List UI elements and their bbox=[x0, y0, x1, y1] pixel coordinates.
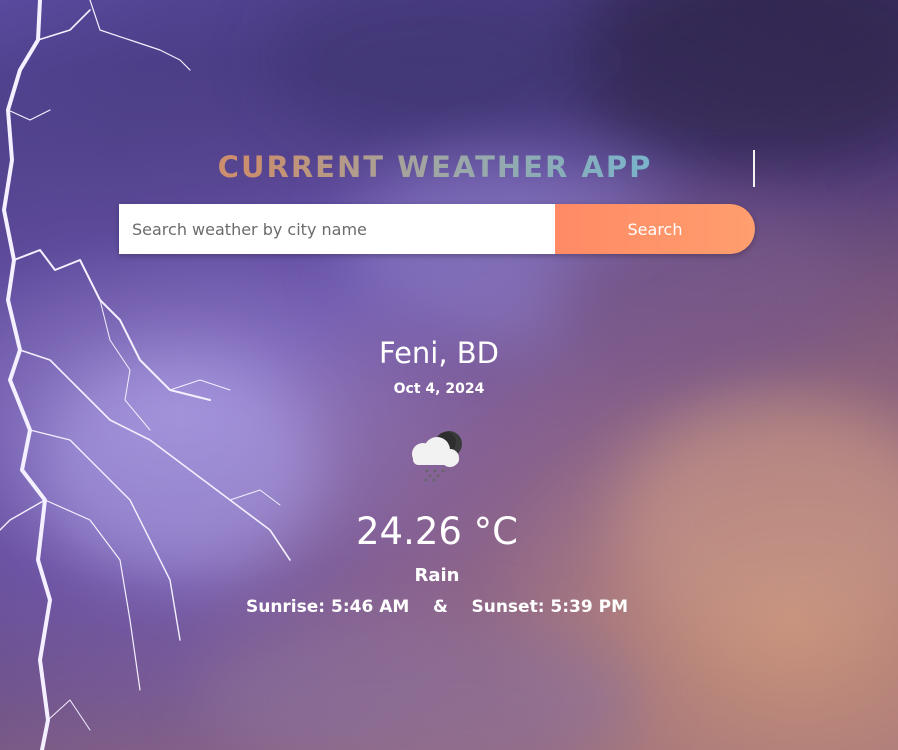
rain-cloud-night-icon bbox=[412, 431, 462, 482]
search-button[interactable]: Search bbox=[555, 204, 755, 254]
sun-separator: & bbox=[432, 597, 448, 617]
sun-times: Sunrise: 5:46 AM & Sunset: 5:39 PM bbox=[0, 597, 874, 617]
search-bar: Search bbox=[119, 204, 755, 254]
app-title: CURRENT WEATHER APP bbox=[0, 150, 884, 184]
current-date: Oct 4, 2024 bbox=[393, 381, 485, 397]
temperature-value: 24.26 °C bbox=[355, 510, 519, 553]
text-cursor bbox=[753, 150, 755, 187]
sunset-time: Sunset: 5:39 PM bbox=[471, 597, 629, 617]
weather-condition: Rain bbox=[414, 565, 460, 586]
sunrise-time: Sunrise: 5:46 AM bbox=[245, 597, 410, 617]
location-name: Feni, BD bbox=[378, 336, 500, 370]
lightning-bolt-graphic bbox=[0, 0, 291, 750]
city-search-input[interactable] bbox=[119, 204, 555, 254]
